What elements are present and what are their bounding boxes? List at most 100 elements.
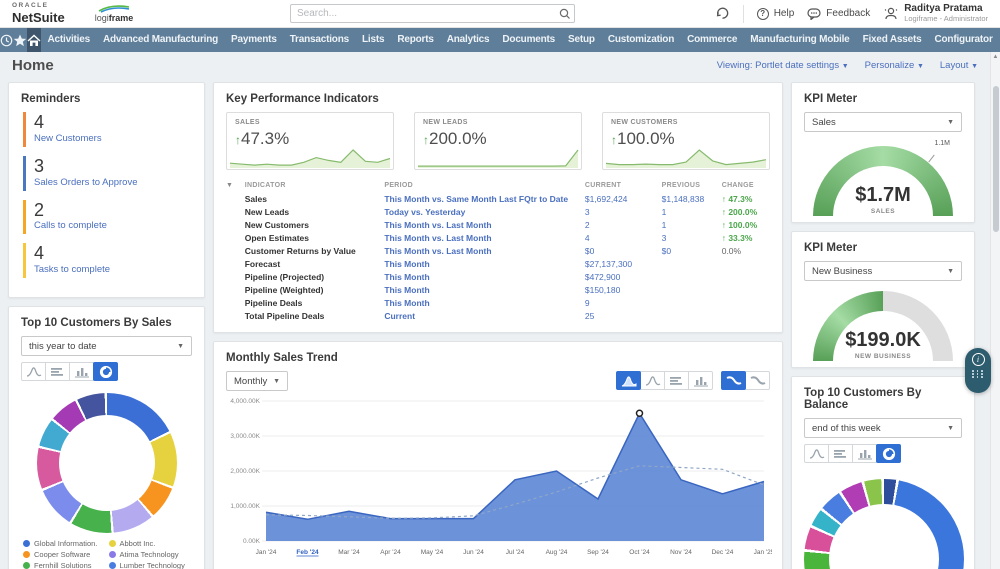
reminder-item[interactable]: 3 Sales Orders to Approve xyxy=(23,155,192,191)
moving-average-off-icon[interactable] xyxy=(745,371,770,390)
trend-interval-select[interactable]: Monthly ▼ xyxy=(226,371,288,391)
hbar-chart-icon[interactable] xyxy=(664,371,689,390)
notifications-icon[interactable] xyxy=(715,6,730,21)
feedback-button[interactable]: Feedback xyxy=(807,7,870,20)
indicator-period[interactable]: Today vs. Yesterday xyxy=(384,205,585,218)
layout-menu[interactable]: Layout ▼ xyxy=(940,60,978,71)
reminder-label[interactable]: Calls to complete xyxy=(34,220,192,231)
balance-donut-chart[interactable] xyxy=(804,479,964,569)
x-axis-label[interactable]: Feb '24 xyxy=(296,549,319,556)
indicator-period[interactable]: This Month vs. Last Month xyxy=(384,244,585,257)
indicator-name[interactable]: Pipeline (Weighted) xyxy=(245,283,385,296)
help-button[interactable]: ? Help xyxy=(756,7,794,20)
indicator-current[interactable]: $150,180 xyxy=(585,283,662,296)
line-chart-icon[interactable] xyxy=(21,362,46,382)
line-chart-icon[interactable] xyxy=(804,444,829,463)
personalize-menu[interactable]: Personalize ▼ xyxy=(865,60,924,71)
column-header[interactable]: PREVIOUS xyxy=(662,180,722,192)
indicator-name[interactable]: Customer Returns by Value xyxy=(245,244,385,257)
indicator-current[interactable]: $27,137,300 xyxy=(585,257,662,270)
indicator-current[interactable]: $472,900 xyxy=(585,270,662,283)
top-sales-range-select[interactable]: this year to date ▼ xyxy=(21,336,192,357)
indicator-previous[interactable]: 3 xyxy=(662,231,722,244)
indicator-period[interactable]: This Month xyxy=(384,270,585,283)
meter2-select[interactable]: New Business ▼ xyxy=(804,261,962,281)
hbar-chart-icon[interactable] xyxy=(828,444,853,463)
nav-item-transactions[interactable]: Transactions xyxy=(283,28,355,52)
indicator-previous[interactable]: $1,148,838 xyxy=(662,192,722,205)
donut-chart-icon[interactable] xyxy=(876,444,901,463)
nav-item-manufacturing-mobile[interactable]: Manufacturing Mobile xyxy=(744,28,856,52)
shortcuts-icon[interactable] xyxy=(13,28,27,52)
kpi-card-new-customers[interactable]: NEW CUSTOMERS ↑100.0% xyxy=(602,112,770,170)
nav-item-lists[interactable]: Lists xyxy=(355,28,390,52)
kpi-card-sales[interactable]: SALES ↑47.3% xyxy=(226,112,394,170)
indicator-period[interactable]: This Month vs. Same Month Last FQtr to D… xyxy=(384,192,585,205)
column-header[interactable]: INDICATOR xyxy=(245,180,385,192)
nav-item-fixed-assets[interactable]: Fixed Assets xyxy=(856,28,928,52)
meter1-select[interactable]: Sales ▼ xyxy=(804,112,962,132)
indicator-previous[interactable] xyxy=(662,309,722,322)
nav-item-configurator[interactable]: Configurator xyxy=(928,28,999,52)
reminder-item[interactable]: 4 New Customers xyxy=(23,112,192,147)
nav-item-activities[interactable]: Activities xyxy=(41,28,96,52)
indicator-previous[interactable] xyxy=(662,283,722,296)
global-search[interactable] xyxy=(290,4,575,23)
sales-trend-chart[interactable]: 4,000.00K 3,000.00K 2,000.00K 1,000.00K 0.00… xyxy=(226,391,775,569)
legend-item[interactable]: Atima Technology xyxy=(108,550,191,559)
column-header[interactable]: CURRENT xyxy=(585,180,662,192)
indicator-period[interactable]: Current xyxy=(384,309,585,322)
indicator-current[interactable]: 4 xyxy=(585,231,662,244)
scroll-up-icon[interactable]: ▲ xyxy=(991,54,1000,60)
user-menu[interactable]: Raditya Pratama Logiframe - Administrato… xyxy=(883,3,988,23)
nav-item-analytics[interactable]: Analytics xyxy=(440,28,496,52)
indicator-name[interactable]: Pipeline Deals xyxy=(245,296,385,309)
home-icon[interactable] xyxy=(27,28,41,52)
column-header[interactable]: PERIOD xyxy=(384,180,585,192)
indicator-previous[interactable] xyxy=(662,296,722,309)
reminder-label[interactable]: Tasks to complete xyxy=(34,264,192,275)
legend-item[interactable]: Cooper Software xyxy=(23,550,105,559)
reminder-item[interactable]: 2 Calls to complete xyxy=(23,199,192,235)
indicator-current[interactable]: $1,692,424 xyxy=(585,192,662,205)
info-icon[interactable]: i xyxy=(971,353,985,366)
nav-item-payments[interactable]: Payments xyxy=(225,28,284,52)
assistant-widget[interactable]: i xyxy=(965,348,991,393)
legend-item[interactable]: Global Information. xyxy=(23,539,105,548)
sales-gauge[interactable]: $1.7M SALES 0 1.7M 1.1M xyxy=(808,140,958,222)
nav-item-setup[interactable]: Setup xyxy=(562,28,602,52)
scrollbar-thumb[interactable] xyxy=(992,86,999,232)
indicator-period[interactable]: This Month xyxy=(384,257,585,270)
nav-item-customization[interactable]: Customization xyxy=(601,28,680,52)
search-icon[interactable] xyxy=(556,7,574,20)
indicator-previous[interactable] xyxy=(662,270,722,283)
new-business-gauge[interactable]: $199.0K NEW BUSINESS 0 397.9K xyxy=(808,291,958,367)
indicator-period[interactable]: This Month xyxy=(384,283,585,296)
balance-range-select[interactable]: end of this week ▼ xyxy=(804,418,962,438)
legend-item[interactable]: Fernhill Solutions xyxy=(23,561,105,569)
indicator-name[interactable]: Total Pipeline Deals xyxy=(245,309,385,322)
indicator-name[interactable]: Open Estimates xyxy=(245,231,385,244)
donut-chart-icon[interactable] xyxy=(93,362,118,382)
kpi-card-new-leads[interactable]: NEW LEADS ↑200.0% xyxy=(414,112,582,170)
table-menu-icon[interactable]: ▼ xyxy=(226,182,233,189)
reminder-label[interactable]: Sales Orders to Approve xyxy=(34,177,192,188)
indicator-current[interactable]: 25 xyxy=(585,309,662,322)
column-chart-icon[interactable] xyxy=(852,444,877,463)
indicator-current[interactable]: 3 xyxy=(585,205,662,218)
recent-records-icon[interactable] xyxy=(0,28,13,52)
indicator-name[interactable]: New Customers xyxy=(245,218,385,231)
netsuite-logo[interactable]: ORACLE NetSuite xyxy=(12,3,65,24)
indicator-name[interactable]: Forecast xyxy=(245,257,385,270)
line-chart-icon[interactable] xyxy=(640,371,665,390)
hbar-chart-icon[interactable] xyxy=(45,362,70,382)
search-input[interactable] xyxy=(291,8,556,19)
indicator-period[interactable]: This Month vs. Last Month xyxy=(384,231,585,244)
sales-donut-chart[interactable] xyxy=(36,393,177,534)
indicator-previous[interactable] xyxy=(662,257,722,270)
legend-item[interactable]: Abbott Inc. xyxy=(108,539,191,548)
nav-item-commerce[interactable]: Commerce xyxy=(681,28,744,52)
indicator-previous[interactable]: 1 xyxy=(662,205,722,218)
reminder-item[interactable]: 4 Tasks to complete xyxy=(23,243,192,279)
reminder-label[interactable]: New Customers xyxy=(34,133,192,144)
